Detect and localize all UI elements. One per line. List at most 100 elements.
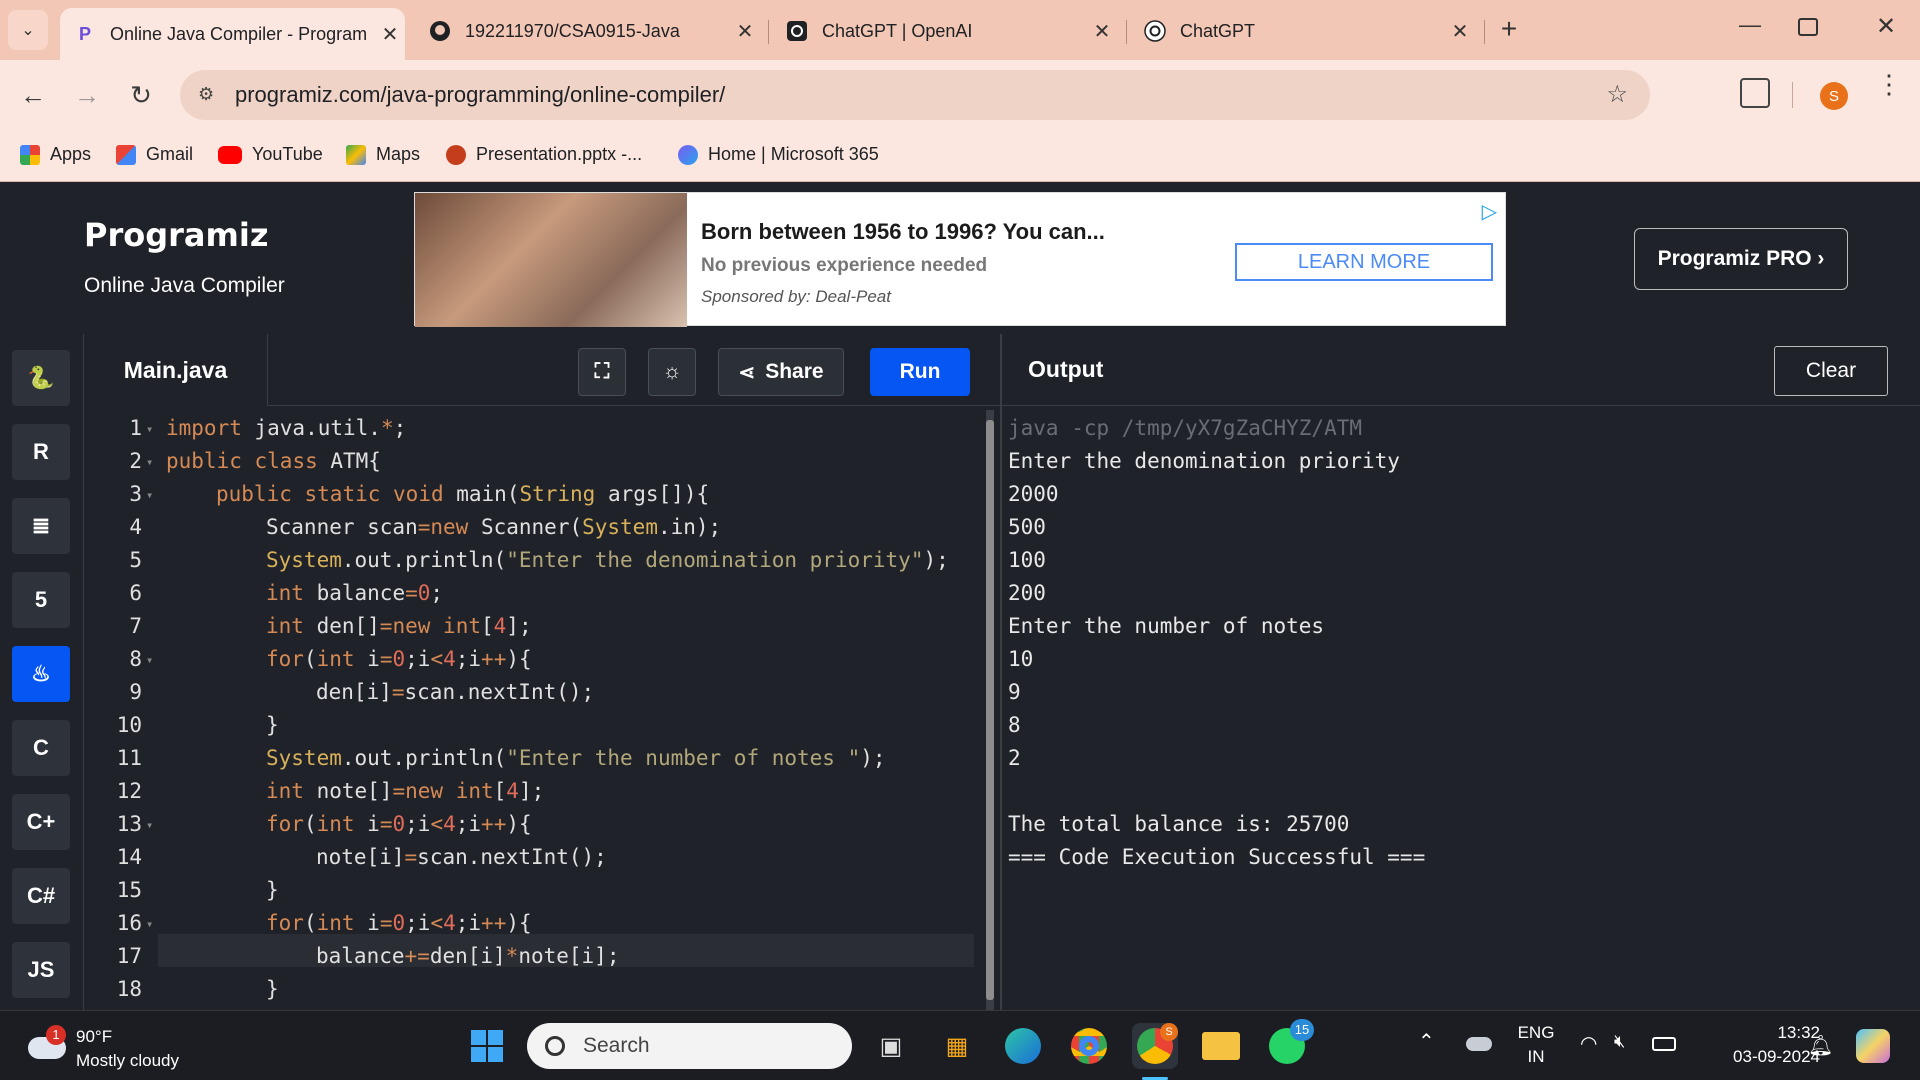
code-line[interactable]: int balance=0; <box>266 581 443 605</box>
notification-bell-icon[interactable]: 🔔︎ <box>1808 1033 1833 1058</box>
tab-separator <box>1126 20 1127 44</box>
code-editor[interactable]: 1 ▾ import java.util.*; 2 ▾ public class ATM{… <box>84 406 984 1010</box>
restore-button[interactable] <box>1798 18 1818 36</box>
clock-time[interactable]: 13:32 <box>1690 1023 1820 1043</box>
code-line[interactable]: note[i]=scan.nextInt(); <box>316 845 607 869</box>
site-info-icon[interactable]: ⚙ <box>198 84 214 105</box>
code-line[interactable]: int note[]=new int[4]; <box>266 779 544 803</box>
onedrive-icon[interactable] <box>1466 1037 1492 1051</box>
fold-arrow-icon[interactable]: ▾ <box>146 653 153 667</box>
html5-icon[interactable]: 5 <box>12 572 70 628</box>
close-tab-icon[interactable]: ✕ <box>1087 19 1117 44</box>
share-button[interactable]: ⋖ Share <box>718 348 844 396</box>
code-line[interactable]: System.out.println("Enter the number of … <box>266 746 886 770</box>
ad-learn-more-button[interactable]: LEARN MORE <box>1235 243 1493 281</box>
editor-scrollbar-thumb[interactable] <box>986 420 994 1000</box>
code-line[interactable]: System.out.println("Enter the denominati… <box>266 548 949 572</box>
close-tab-icon[interactable]: ✕ <box>1445 19 1475 44</box>
minimize-button[interactable]: — <box>1730 12 1770 46</box>
browser-tab-chatgpt-openai[interactable]: ChatGPT | OpenAI ✕ <box>772 8 1117 54</box>
taskbar-search-box[interactable]: Search <box>527 1023 852 1069</box>
fold-arrow-icon[interactable]: ▾ <box>146 818 153 832</box>
browser-tab-chatgpt[interactable]: ChatGPT ✕ <box>1130 8 1475 54</box>
file-tab-main-java[interactable]: Main.java <box>84 334 268 406</box>
close-tab-icon[interactable]: ✕ <box>375 22 405 47</box>
bookmark-youtube[interactable]: YouTube <box>218 144 323 165</box>
bookmark-gmail[interactable]: Gmail <box>116 144 193 165</box>
wifi-icon[interactable]: ◠ <box>1580 1031 1597 1056</box>
copilot-icon[interactable] <box>1856 1029 1890 1063</box>
task-view-icon[interactable]: ▣ <box>868 1023 914 1069</box>
fold-arrow-icon[interactable]: ▾ <box>146 488 153 502</box>
clear-button[interactable]: Clear <box>1774 346 1888 396</box>
new-tab-button[interactable]: + <box>1492 12 1526 46</box>
address-bar[interactable]: ⚙ programiz.com/java-programming/online-… <box>180 70 1650 120</box>
show-hidden-icons-chevron-icon[interactable]: ⌃ <box>1418 1029 1435 1054</box>
adchoices-icon[interactable]: ▷ <box>1482 199 1497 224</box>
c-icon[interactable]: C <box>12 720 70 776</box>
sql-icon[interactable]: ≣ <box>12 498 70 554</box>
extensions-puzzle-icon[interactable] <box>1740 78 1770 108</box>
output-console[interactable]: java -cp /tmp/yX7gZaCHYZ/ATM Enter the de… <box>1008 406 1908 1006</box>
bookmark-apps[interactable]: Apps <box>20 144 91 165</box>
edge-icon[interactable] <box>1000 1023 1046 1069</box>
programiz-pro-button[interactable]: Programiz PRO › <box>1634 228 1848 290</box>
csharp-icon[interactable]: C# <box>12 868 70 924</box>
code-line[interactable]: for(int i=0;i<4;i++){ <box>266 647 532 671</box>
code-line[interactable]: balance+=den[i]*note[i]; <box>316 944 619 968</box>
battery-icon[interactable] <box>1652 1037 1676 1051</box>
code-line[interactable]: } <box>266 713 279 737</box>
profile-avatar[interactable]: S <box>1820 82 1848 110</box>
whatsapp-icon[interactable]: 15 <box>1264 1019 1314 1069</box>
close-tab-icon[interactable]: ✕ <box>730 19 760 44</box>
chrome-profile-icon[interactable]: S <box>1132 1023 1178 1069</box>
browser-menu-icon[interactable]: ⋮ <box>1876 71 1902 97</box>
code-line[interactable]: } <box>266 878 279 902</box>
fullscreen-icon[interactable]: ⛶ <box>578 348 626 396</box>
r-icon[interactable]: R <box>12 424 70 480</box>
javascript-icon[interactable]: JS <box>12 942 70 998</box>
tab-search-button[interactable]: ⌄ <box>8 10 48 50</box>
code-line[interactable]: Scanner scan=new Scanner(System.in); <box>266 515 721 539</box>
clock-date[interactable]: 03-09-2024 <box>1690 1047 1820 1067</box>
code-line[interactable]: int den[]=new int[4]; <box>266 614 532 638</box>
theme-toggle-sun-icon[interactable]: ☼ <box>648 348 696 396</box>
bookmark-star-icon[interactable]: ☆ <box>1606 80 1628 109</box>
close-window-button[interactable]: ✕ <box>1866 12 1906 46</box>
microsoft-store-icon[interactable]: ▦ <box>934 1023 980 1069</box>
back-arrow-icon[interactable]: ← <box>16 78 50 112</box>
pane-divider[interactable] <box>1000 334 1002 1010</box>
chrome-icon[interactable] <box>1066 1023 1112 1069</box>
run-button[interactable]: Run <box>870 348 970 396</box>
volume-muted-icon[interactable]: 🔇︎ <box>1614 1031 1625 1052</box>
browser-tab-programiz[interactable]: P Online Java Compiler - Program ✕ <box>60 8 405 60</box>
weather-widget[interactable]: 1 90°F Mostly cloudy <box>24 1021 214 1071</box>
fold-arrow-icon[interactable]: ▾ <box>146 917 153 931</box>
language-indicator-top[interactable]: ENG <box>1516 1023 1556 1043</box>
tab-title: ChatGPT <box>1180 20 1256 41</box>
code-line[interactable]: for(int i=0;i<4;i++){ <box>266 812 532 836</box>
code-line[interactable]: public static void main(String args[]){ <box>216 482 709 506</box>
code-line[interactable]: public class ATM{ <box>166 449 381 473</box>
bookmark-presentation[interactable]: Presentation.pptx -... <box>446 144 642 165</box>
forward-arrow-icon[interactable]: → <box>70 78 104 112</box>
fold-arrow-icon[interactable]: ▾ <box>146 422 153 436</box>
code-line[interactable]: import java.util.*; <box>166 416 406 440</box>
browser-tab-github[interactable]: 192211970/CSA0915-Java ✕ <box>415 8 760 54</box>
advertisement-banner[interactable]: Born between 1956 to 1996? You can... No… <box>414 192 1506 327</box>
file-explorer-icon[interactable] <box>1198 1023 1244 1069</box>
bookmark-maps[interactable]: Maps <box>346 144 420 165</box>
output-line: 100 <box>1008 548 1046 572</box>
code-line[interactable]: for(int i=0;i<4;i++){ <box>266 911 532 935</box>
fold-arrow-icon[interactable]: ▾ <box>146 455 153 469</box>
java-icon[interactable]: ♨ <box>12 646 70 702</box>
python-icon[interactable]: 🐍 <box>12 350 70 406</box>
bookmark-m365[interactable]: Home | Microsoft 365 <box>678 144 879 165</box>
programiz-logo[interactable]: Programiz <box>84 216 268 254</box>
code-line[interactable]: } <box>266 977 279 1001</box>
windows-start-icon[interactable] <box>464 1023 510 1069</box>
language-indicator-bottom[interactable]: IN <box>1516 1047 1556 1067</box>
reload-icon[interactable]: ↻ <box>124 78 158 112</box>
code-line[interactable]: den[i]=scan.nextInt(); <box>316 680 594 704</box>
cpp-icon[interactable]: C+ <box>12 794 70 850</box>
